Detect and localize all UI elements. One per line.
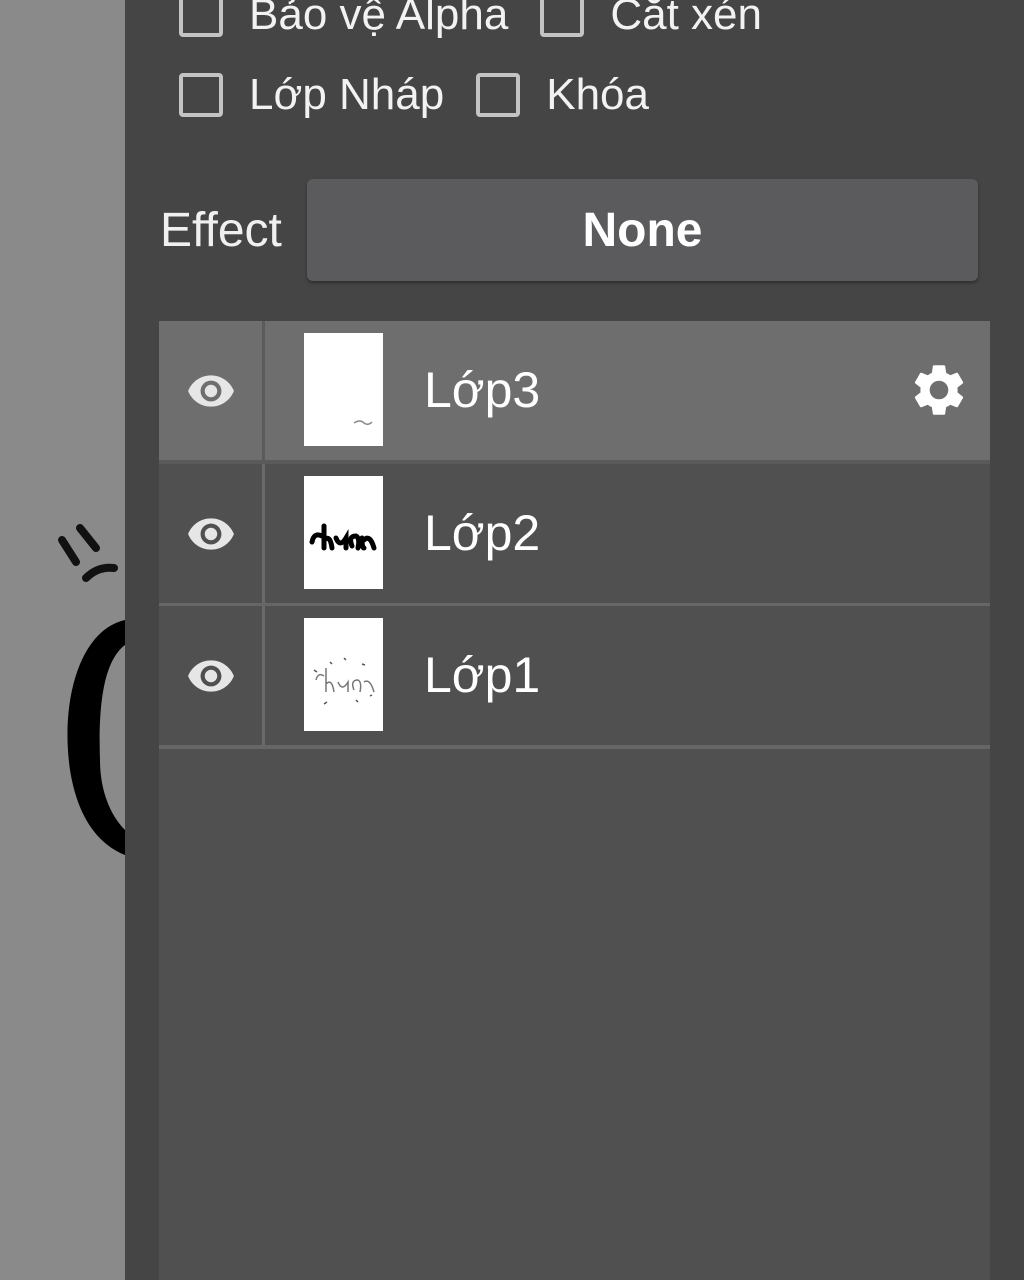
drawing-canvas[interactable] — [0, 0, 125, 1280]
checkbox-box[interactable] — [179, 73, 223, 117]
layer-thumbnail — [304, 333, 383, 446]
checkbox-box[interactable] — [179, 0, 223, 37]
draft-layer-checkbox[interactable]: Lớp Nháp — [179, 70, 444, 120]
eye-icon[interactable] — [186, 366, 236, 416]
layer-row-3[interactable]: Lớp3 — [159, 321, 990, 464]
visibility-toggle[interactable] — [159, 321, 265, 460]
layer-name: Lớp3 — [424, 362, 541, 418]
layer-options-row-1: Bảo vệ Alpha Cắt xén — [179, 0, 794, 40]
protect-alpha-label: Bảo vệ Alpha — [249, 0, 509, 39]
visibility-toggle[interactable] — [159, 464, 265, 603]
lock-label: Khóa — [546, 70, 649, 119]
clipping-label: Cắt xén — [610, 0, 762, 39]
eye-icon[interactable] — [186, 651, 236, 701]
layer-name: Lớp1 — [424, 647, 541, 703]
eye-icon[interactable] — [186, 509, 236, 559]
lock-checkbox[interactable]: Khóa — [476, 70, 649, 120]
layer-row-1[interactable]: Lớp1 — [159, 606, 990, 749]
layer-thumbnail — [304, 476, 383, 589]
layer-panel: Bảo vệ Alpha Cắt xén Lớp Nháp Khóa Effec… — [125, 0, 1024, 1280]
layer-list[interactable]: Lớp3 Lớp2 Lớp1 — [159, 321, 990, 1280]
layer-row-2[interactable]: Lớp2 — [159, 464, 990, 607]
effect-label: Effect — [160, 204, 282, 257]
layer-thumbnail — [304, 618, 383, 731]
effect-button[interactable]: None — [307, 179, 978, 281]
canvas-artwork — [58, 524, 125, 855]
gear-icon[interactable] — [908, 359, 970, 421]
checkbox-box[interactable] — [476, 73, 521, 117]
clipping-checkbox[interactable]: Cắt xén — [540, 0, 762, 40]
layer-options-row-2: Lớp Nháp Khóa — [179, 70, 681, 120]
draft-layer-label: Lớp Nháp — [249, 70, 445, 119]
visibility-toggle[interactable] — [159, 606, 265, 745]
layer-name: Lớp2 — [424, 505, 541, 561]
checkbox-box[interactable] — [540, 0, 585, 37]
protect-alpha-checkbox[interactable]: Bảo vệ Alpha — [179, 0, 508, 40]
